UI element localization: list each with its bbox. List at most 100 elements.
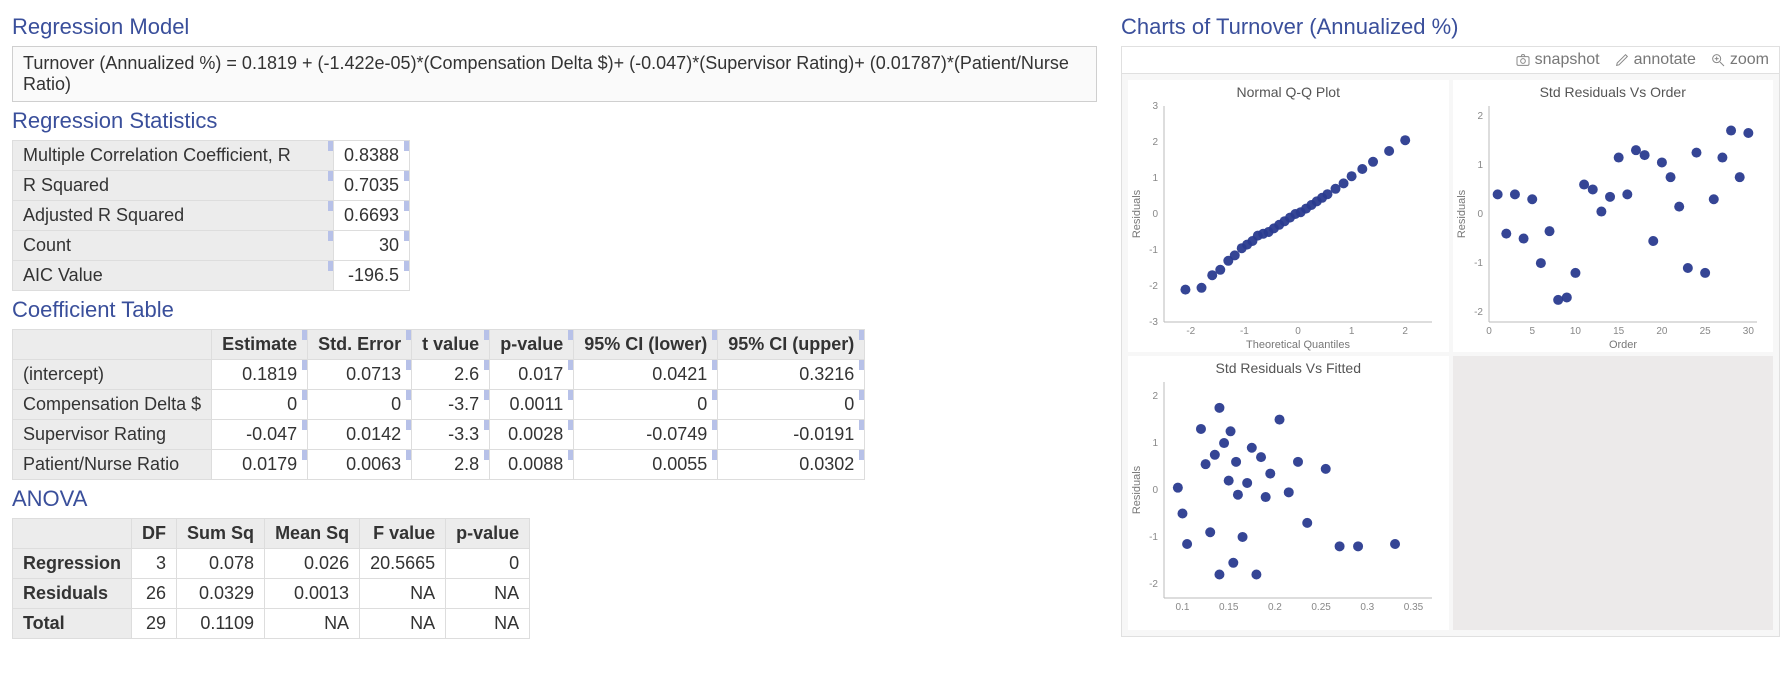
svg-text:1: 1 [1152,173,1158,184]
zoom-label: zoom [1730,51,1769,69]
coef-row-label: Patient/Nurse Ratio [13,450,212,480]
anova-header: Mean Sq [265,519,360,549]
coef-cell: 0.3216 [718,360,865,390]
svg-text:-1: -1 [1474,258,1483,269]
coef-cell: 0 [574,390,718,420]
coef-header: Std. Error [308,330,412,360]
anova-header: DF [132,519,177,549]
heading-regression-model: Regression Model [12,14,1097,40]
anova-cell: 26 [132,579,177,609]
chart-title: Normal Q-Q Plot [1128,84,1449,100]
svg-text:0: 0 [1477,209,1483,220]
anova-cell: 3 [132,549,177,579]
anova-cell: 0.1109 [177,609,265,639]
anova-cell: 0 [446,549,530,579]
svg-text:0: 0 [1486,326,1492,337]
coef-cell: 0 [718,390,865,420]
svg-text:-3: -3 [1149,317,1158,328]
svg-text:1: 1 [1152,438,1158,449]
svg-text:Theoretical Quantiles: Theoretical Quantiles [1246,339,1350,351]
svg-text:0: 0 [1295,326,1301,337]
snapshot-label: snapshot [1535,51,1600,69]
coef-cell: 0 [308,390,412,420]
coef-cell: 0.0142 [308,420,412,450]
svg-text:0.25: 0.25 [1311,602,1331,613]
chart-plot[interactable]: -2-1012-3-2-10123ResidualsTheoretical Qu… [1128,100,1440,352]
coefficient-table: EstimateStd. Errort valuep-value95% CI (… [12,329,865,480]
zoom-in-icon [1710,52,1726,68]
coef-cell: -3.3 [412,420,490,450]
annotate-button[interactable]: annotate [1614,51,1696,69]
zoom-button[interactable]: zoom [1710,51,1769,69]
svg-text:0: 0 [1152,485,1158,496]
svg-text:25: 25 [1699,326,1711,337]
svg-text:-2: -2 [1149,281,1158,292]
coef-cell: 0.0063 [308,450,412,480]
svg-text:2: 2 [1152,137,1158,148]
pencil-icon [1614,52,1630,68]
coef-header: t value [412,330,490,360]
anova-row-label: Total [13,609,132,639]
coef-header: Estimate [212,330,308,360]
svg-text:30: 30 [1742,326,1754,337]
annotate-label: annotate [1634,51,1696,69]
anova-row-label: Residuals [13,579,132,609]
chart-title: Std Residuals Vs Order [1453,84,1774,100]
svg-text:-2: -2 [1149,579,1158,590]
anova-cell: NA [360,579,446,609]
stats-row-label: Multiple Correlation Coefficient, R [13,141,334,171]
coef-cell: -0.0749 [574,420,718,450]
coef-cell: 0.0713 [308,360,412,390]
coef-row-label: Supervisor Rating [13,420,212,450]
coef-cell: 0.0011 [490,390,574,420]
svg-text:Residuals: Residuals [1456,189,1468,238]
stats-row-value: 30 [334,231,410,261]
chart-cell: Normal Q-Q Plot-2-1012-3-2-10123Residual… [1128,80,1449,352]
anova-table: DFSum SqMean SqF valuep-valueRegression3… [12,518,530,639]
chart-plot[interactable]: 051015202530-2-1012ResidualsOrder [1453,100,1765,352]
anova-header: F value [360,519,446,549]
coef-header: p-value [490,330,574,360]
anova-cell: 0.078 [177,549,265,579]
svg-text:2: 2 [1152,391,1158,402]
svg-text:Order: Order [1608,339,1636,351]
stats-row-value: 0.6693 [334,201,410,231]
anova-cell: NA [446,609,530,639]
svg-text:0.2: 0.2 [1268,602,1282,613]
svg-text:1: 1 [1349,326,1355,337]
svg-text:20: 20 [1656,326,1668,337]
heading-coefficient-table: Coefficient Table [12,297,1097,323]
regression-statistics-table: Multiple Correlation Coefficient, R0.838… [12,140,410,291]
coef-cell: -0.047 [212,420,308,450]
coef-cell: -0.0191 [718,420,865,450]
coef-cell: 0.0179 [212,450,308,480]
anova-cell: NA [265,609,360,639]
anova-cell: 29 [132,609,177,639]
coef-row-label: Compensation Delta $ [13,390,212,420]
svg-text:3: 3 [1152,101,1158,112]
snapshot-button[interactable]: snapshot [1515,51,1600,69]
stats-row-value: 0.7035 [334,171,410,201]
heading-charts: Charts of Turnover (Annualized %) [1121,14,1780,40]
svg-text:2: 2 [1402,326,1408,337]
anova-header [13,519,132,549]
svg-text:0: 0 [1152,209,1158,220]
anova-header: Sum Sq [177,519,265,549]
coef-cell: 0 [212,390,308,420]
stats-row-label: Adjusted R Squared [13,201,334,231]
anova-cell: 0.026 [265,549,360,579]
svg-text:0.1: 0.1 [1176,602,1190,613]
svg-text:-1: -1 [1149,532,1158,543]
anova-cell: NA [360,609,446,639]
svg-text:-1: -1 [1149,245,1158,256]
coef-cell: 0.0055 [574,450,718,480]
svg-text:-2: -2 [1186,326,1195,337]
chart-plot[interactable]: 0.10.150.20.250.30.35-2-1012Residuals [1128,376,1440,628]
stats-row-value: -196.5 [334,261,410,291]
regression-formula: Turnover (Annualized %) = 0.1819 + (-1.4… [12,46,1097,102]
svg-text:Residuals: Residuals [1131,189,1143,238]
stats-row-label: AIC Value [13,261,334,291]
stats-row-label: R Squared [13,171,334,201]
heading-regression-statistics: Regression Statistics [12,108,1097,134]
chart-cell: Std Residuals Vs Fitted0.10.150.20.250.3… [1128,356,1449,630]
